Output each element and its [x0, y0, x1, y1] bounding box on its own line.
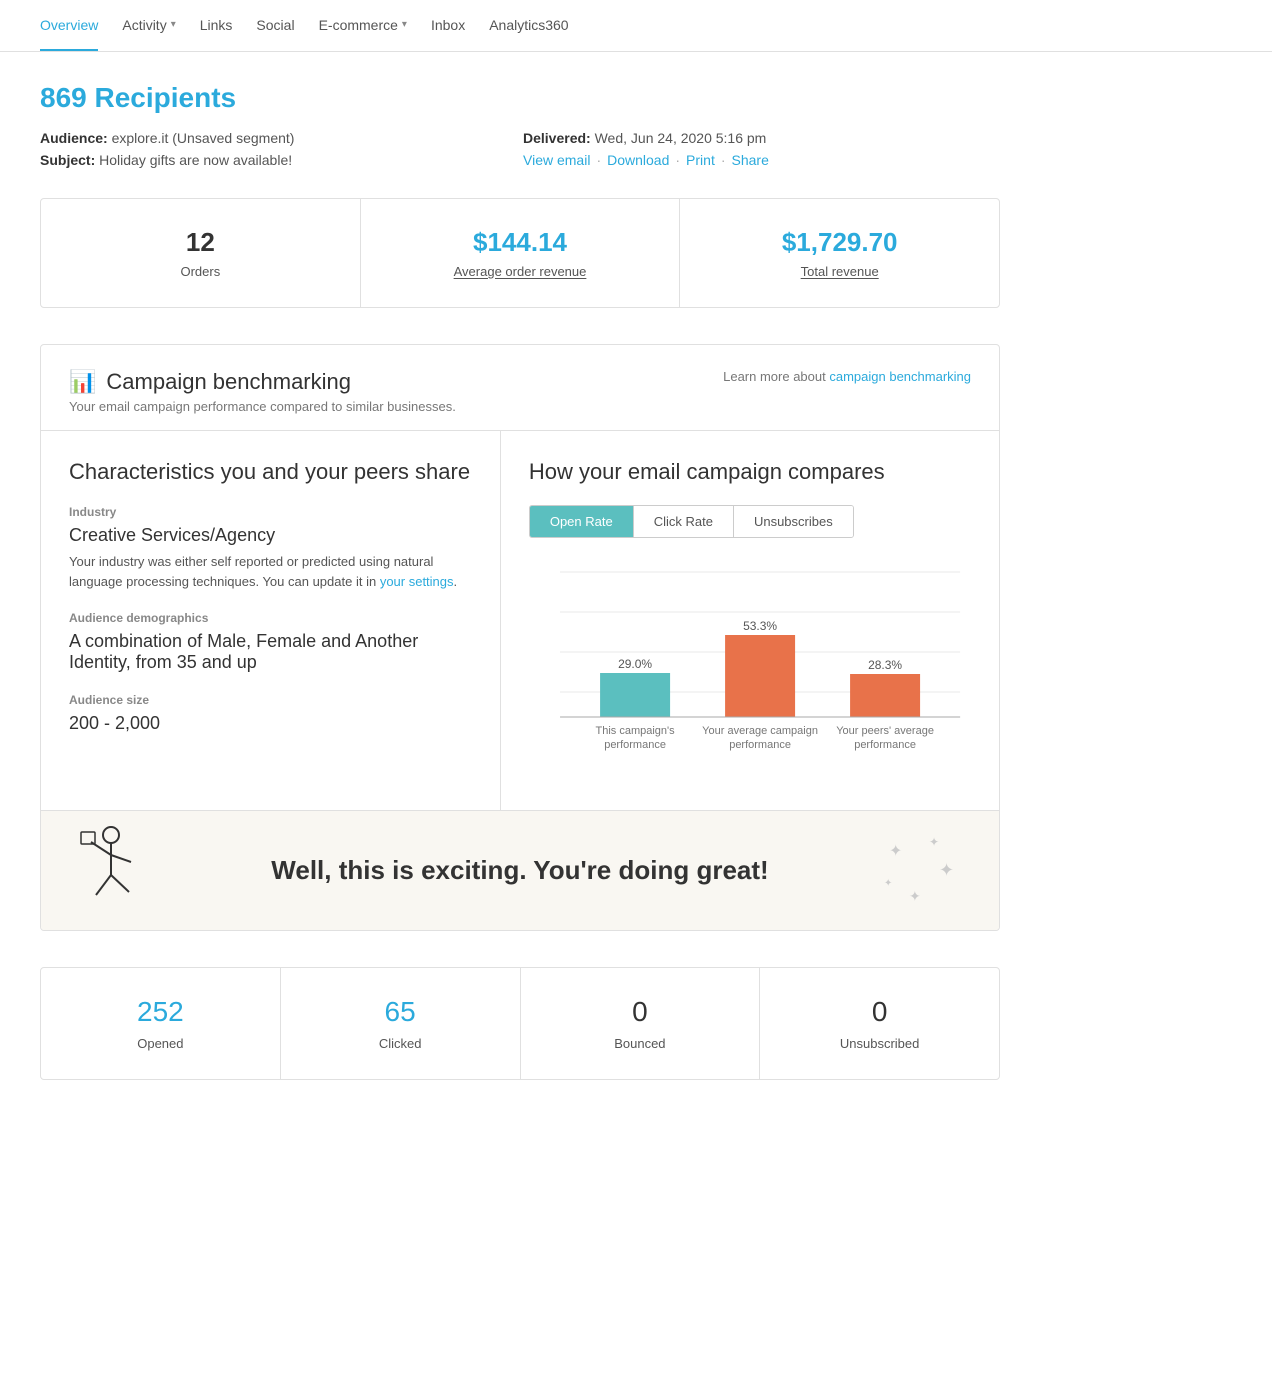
unsubscribed-stat: 0 Unsubscribed	[760, 968, 999, 1079]
clicked-label: Clicked	[301, 1036, 500, 1051]
bar-peers	[850, 674, 920, 717]
nav-bar: Overview Activity ▾ Links Social E-comme…	[0, 0, 1272, 52]
action-links: View email · Download · Print · Share	[523, 152, 1000, 168]
tab-click-rate[interactable]: Click Rate	[633, 506, 733, 537]
meta-grid: Audience: explore.it (Unsaved segment) D…	[40, 130, 1000, 168]
unsubscribed-label: Unsubscribed	[780, 1036, 979, 1051]
celebration-message: Well, this is exciting. You're doing gre…	[271, 855, 768, 886]
orders-value: 12	[61, 227, 340, 258]
bench-chart: How your email campaign compares Open Ra…	[501, 431, 999, 810]
industry-label: Industry	[69, 505, 472, 519]
subject-row: Subject: Holiday gifts are now available…	[40, 152, 517, 168]
chart-svg: 29.0% 53.3% 28.3% This campaign's perfor…	[529, 562, 971, 782]
benchmark-section: 📊 Campaign benchmarking Your email campa…	[40, 344, 1000, 931]
nav-social[interactable]: Social	[256, 1, 294, 51]
view-email-link[interactable]: View email	[523, 152, 590, 168]
bounced-label: Bounced	[541, 1036, 740, 1051]
svg-text:This campaign's: This campaign's	[595, 725, 675, 737]
bench-characteristics: Characteristics you and your peers share…	[41, 431, 501, 810]
total-revenue-stat: $1,729.70 Total revenue	[680, 199, 999, 307]
svg-text:✦: ✦	[884, 878, 892, 889]
ecommerce-chevron-icon: ▾	[402, 19, 407, 30]
avg-revenue-label[interactable]: Average order revenue	[381, 264, 660, 279]
benchmark-chart-icon: 📊	[69, 369, 96, 395]
opened-value: 252	[61, 996, 260, 1028]
orders-stat: 12 Orders	[41, 199, 361, 307]
industry-value: Creative Services/Agency	[69, 525, 472, 546]
svg-text:29.0%: 29.0%	[618, 657, 652, 671]
print-link[interactable]: Print	[686, 152, 715, 168]
benchmark-learn-more: Learn more about campaign benchmarking	[723, 369, 971, 384]
benchmark-title: Campaign benchmarking	[106, 369, 351, 395]
celebration-banner: Well, this is exciting. You're doing gre…	[41, 810, 999, 930]
opened-stat: 252 Opened	[41, 968, 281, 1079]
campaign-benchmarking-link[interactable]: campaign benchmarking	[829, 369, 971, 384]
svg-text:✦: ✦	[909, 888, 921, 904]
page-title: 869 Recipients	[40, 82, 1000, 114]
size-label: Audience size	[69, 693, 472, 707]
celebration-stars: ✦ ✦ ✦ ✦ ✦	[879, 831, 959, 911]
bounced-stat: 0 Bounced	[521, 968, 761, 1079]
activity-chevron-icon: ▾	[171, 19, 176, 30]
demographics-label: Audience demographics	[69, 611, 472, 625]
bounced-value: 0	[541, 996, 740, 1028]
svg-text:performance: performance	[729, 739, 791, 751]
bar-campaign	[600, 673, 670, 717]
benchmark-subtitle: Your email campaign performance compared…	[69, 399, 456, 414]
recipient-count: 869	[40, 82, 87, 113]
bar-avg	[725, 635, 795, 717]
benchmark-header: 📊 Campaign benchmarking Your email campa…	[41, 345, 999, 430]
tab-unsubscribes[interactable]: Unsubscribes	[733, 506, 853, 537]
bar-chart: 29.0% 53.3% 28.3% This campaign's perfor…	[529, 562, 971, 782]
orders-label: Orders	[61, 264, 340, 279]
celebration-figure	[71, 820, 151, 920]
your-settings-link[interactable]: your settings	[380, 574, 454, 589]
audience-row: Audience: explore.it (Unsaved segment)	[40, 130, 517, 146]
recipients-label: Recipients	[95, 82, 237, 113]
main-content: 869 Recipients Audience: explore.it (Uns…	[0, 52, 1040, 1110]
benchmark-body: Characteristics you and your peers share…	[41, 430, 999, 810]
nav-activity[interactable]: Activity ▾	[122, 1, 175, 51]
svg-text:✦: ✦	[889, 843, 902, 860]
clicked-stat: 65 Clicked	[281, 968, 521, 1079]
total-revenue-value: $1,729.70	[700, 227, 979, 258]
svg-text:✦: ✦	[939, 860, 954, 880]
clicked-value: 65	[301, 996, 500, 1028]
svg-text:✦: ✦	[929, 835, 939, 849]
nav-links[interactable]: Links	[200, 1, 233, 51]
size-value: 200 - 2,000	[69, 713, 472, 734]
unsubscribed-value: 0	[780, 996, 979, 1028]
download-link[interactable]: Download	[607, 152, 669, 168]
total-revenue-label[interactable]: Total revenue	[700, 264, 979, 279]
nav-overview[interactable]: Overview	[40, 1, 98, 51]
top-stats-box: 12 Orders $144.14 Average order revenue …	[40, 198, 1000, 308]
svg-text:Your peers' average: Your peers' average	[836, 725, 934, 737]
delivered-row: Delivered: Wed, Jun 24, 2020 5:16 pm	[523, 130, 1000, 146]
bottom-stats-box: 252 Opened 65 Clicked 0 Bounced 0 Unsubs…	[40, 967, 1000, 1080]
industry-desc: Your industry was either self reported o…	[69, 552, 472, 591]
share-link[interactable]: Share	[732, 152, 769, 168]
svg-text:performance: performance	[854, 739, 916, 751]
avg-revenue-value: $144.14	[381, 227, 660, 258]
nav-inbox[interactable]: Inbox	[431, 1, 465, 51]
characteristics-title: Characteristics you and your peers share	[69, 459, 472, 485]
nav-ecommerce[interactable]: E-commerce ▾	[319, 1, 407, 51]
svg-text:performance: performance	[604, 739, 666, 751]
svg-text:53.3%: 53.3%	[743, 619, 777, 633]
svg-text:28.3%: 28.3%	[868, 658, 902, 672]
svg-text:Your average campaign: Your average campaign	[702, 725, 818, 737]
chart-tabs: Open Rate Click Rate Unsubscribes	[529, 505, 854, 538]
opened-label: Opened	[61, 1036, 260, 1051]
demographics-value: A combination of Male, Female and Anothe…	[69, 631, 472, 673]
avg-revenue-stat: $144.14 Average order revenue	[361, 199, 681, 307]
nav-analytics360[interactable]: Analytics360	[489, 1, 568, 51]
tab-open-rate[interactable]: Open Rate	[530, 506, 633, 537]
benchmark-title-block: 📊 Campaign benchmarking Your email campa…	[69, 369, 456, 414]
chart-title: How your email campaign compares	[529, 459, 971, 485]
